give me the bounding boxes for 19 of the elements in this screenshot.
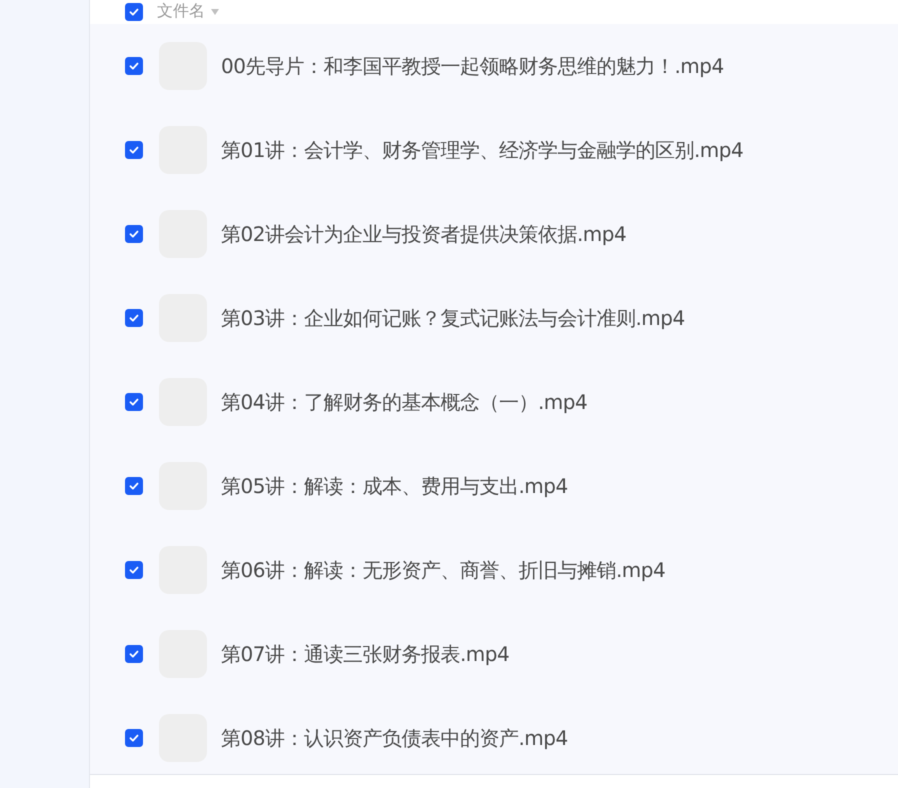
checkbox[interactable] [125,729,143,747]
checkbox[interactable] [125,3,143,21]
file-name[interactable]: 第05讲：解读：成本、费用与支出.mp4 [221,471,568,501]
file-name[interactable]: 第04讲：了解财务的基本概念（一）.mp4 [221,387,588,417]
file-name[interactable]: 00先导片：和李国平教授一起领略财务思维的魅力！.mp4 [221,51,724,81]
checkbox[interactable] [125,477,143,495]
checkbox[interactable] [125,561,143,579]
file-name[interactable]: 第06讲：解读：无形资产、商誉、折旧与摊销.mp4 [221,555,666,585]
file-name[interactable]: 第03讲：企业如何记账？复式记账法与会计准则.mp4 [221,303,685,333]
checkbox[interactable] [125,393,143,411]
checkbox[interactable] [125,645,143,663]
file-name[interactable]: 第08讲：认识资产负债表中的资产.mp4 [221,723,568,753]
file-name[interactable]: 第01讲：会计学、财务管理学、经济学与金融学的区别.mp4 [221,135,744,165]
checkbox[interactable] [125,309,143,327]
checkbox[interactable] [125,57,143,75]
checkbox[interactable] [125,141,143,159]
file-name[interactable]: 第02讲会计为企业与投资者提供决策依据.mp4 [221,219,626,249]
checkbox[interactable] [125,225,143,243]
file-name[interactable]: 第07讲：通读三张财务报表.mp4 [221,639,510,669]
